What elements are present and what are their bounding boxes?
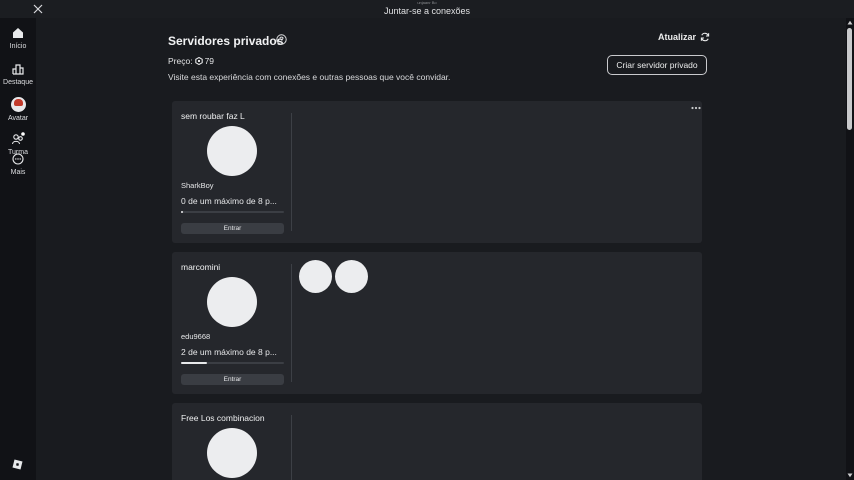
main-panel: Servidores privados Preço: 79 Visite est… <box>36 18 854 480</box>
server-capacity: 0 de um máximo de 8 p... <box>181 196 277 206</box>
owner-avatar <box>207 428 257 478</box>
scrollbar-thumb[interactable] <box>847 28 852 130</box>
page-title: Servidores privados <box>168 34 284 48</box>
owner-avatar <box>207 126 257 176</box>
server-capacity: 2 de um máximo de 8 p... <box>181 347 277 357</box>
refresh-label: Atualizar <box>658 32 697 42</box>
sidebar-item-label: Início <box>9 43 27 50</box>
capacity-bar <box>181 362 284 364</box>
card-divider <box>291 264 292 382</box>
server-card: sem roubar faz L SharkBoy 0 de um máximo… <box>172 101 702 243</box>
window-title: Juntar-se a conexões <box>383 6 471 16</box>
help-icon[interactable] <box>276 34 287 45</box>
more-options-icon[interactable] <box>691 106 701 110</box>
member-avatar[interactable] <box>299 260 332 293</box>
join-button[interactable]: Entrar <box>181 374 284 385</box>
sidebar-item-destaque[interactable]: Destaque <box>0 62 36 87</box>
home-icon <box>13 28 23 38</box>
sidebar-item-mais[interactable]: Mais <box>0 152 36 177</box>
sidebar-item-avatar[interactable]: Avatar <box>0 97 36 123</box>
more-circle-icon <box>12 153 24 165</box>
avatar-icon <box>10 97 26 112</box>
sidebar-item-label: Avatar <box>7 115 29 122</box>
server-name: Free Los combinacion <box>181 413 265 423</box>
capacity-bar-fill <box>181 362 207 364</box>
member-avatar[interactable] <box>335 260 368 293</box>
description: Visite esta experiência com conexões e o… <box>168 72 451 82</box>
server-name: sem roubar faz L <box>181 111 245 121</box>
scroll-up-arrow-icon[interactable] <box>847 20 853 25</box>
people-icon <box>11 132 25 145</box>
refresh-icon <box>700 32 710 42</box>
owner-avatar <box>207 277 257 327</box>
server-name: marcomini <box>181 262 221 272</box>
card-divider <box>291 113 292 231</box>
capacity-bar <box>181 211 284 213</box>
create-private-server-button[interactable]: Criar servidor privado <box>607 55 707 75</box>
server-card: marcomini edu9668 2 de um máximo de 8 p.… <box>172 252 702 394</box>
price: Preço: 79 <box>168 56 214 66</box>
scroll-down-arrow-icon[interactable] <box>847 473 853 478</box>
server-owner[interactable]: edu9668 <box>181 332 210 341</box>
roblox-logo-icon[interactable] <box>12 459 23 470</box>
card-divider <box>291 415 292 480</box>
sidebar-item-label: Destaque <box>3 79 33 86</box>
join-button[interactable]: Entrar <box>181 223 284 234</box>
sidebar-item-inicio[interactable]: Início <box>0 26 36 51</box>
refresh-button[interactable]: Atualizar <box>658 32 710 42</box>
title-bar: unjaanr Bo Juntar-se a conexões <box>0 0 854 18</box>
server-owner[interactable]: SharkBoy <box>181 181 214 190</box>
price-label: Preço: <box>168 56 193 66</box>
chart-icon <box>12 64 24 75</box>
robux-icon <box>194 57 203 65</box>
left-sidebar: Início Destaque Avatar Turma Mais <box>0 18 36 480</box>
capacity-bar-fill <box>181 211 183 213</box>
price-value: 79 <box>204 56 215 66</box>
sidebar-item-label: Mais <box>10 169 26 176</box>
server-card: Free Los combinacion <box>172 403 702 480</box>
